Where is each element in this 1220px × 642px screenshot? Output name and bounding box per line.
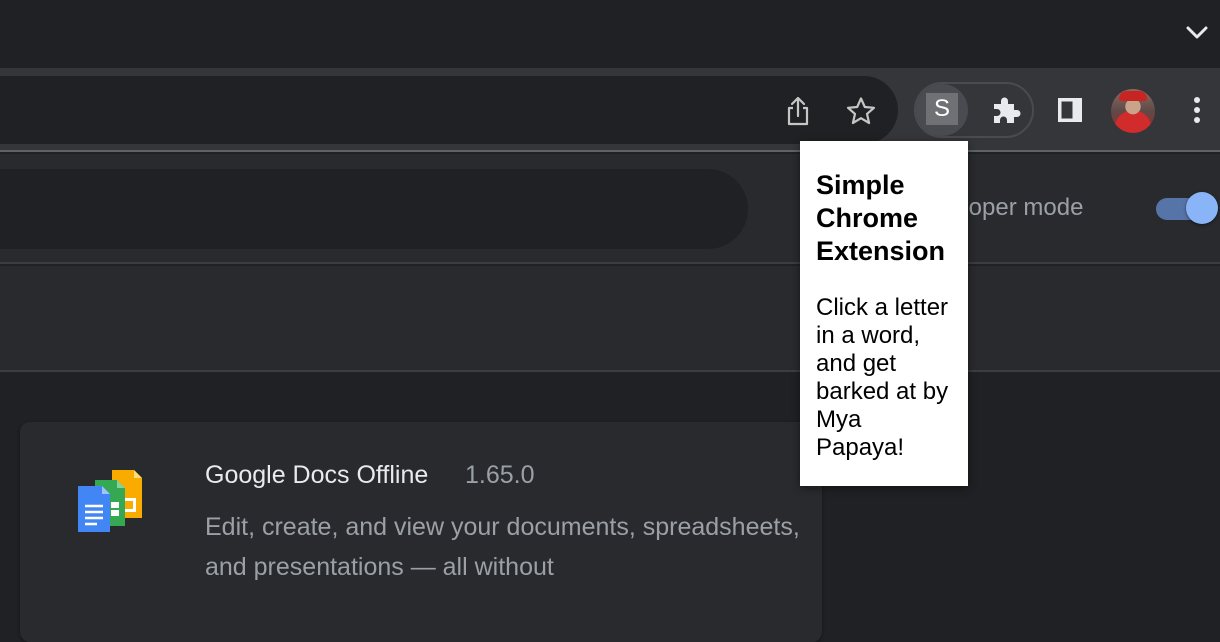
popup-text: Click a letter in a word, and get barked… — [816, 294, 949, 461]
chevron-down-icon — [1186, 26, 1208, 39]
share-button[interactable] — [781, 94, 815, 128]
extension-card: Google Docs Offline 1.65.0 Edit, create,… — [20, 422, 822, 642]
chrome-menu-button[interactable] — [1177, 90, 1217, 130]
toggle-knob — [1186, 192, 1218, 224]
extensions-page-header: eloper mode — [0, 154, 1220, 264]
tab-search-button[interactable] — [1180, 16, 1214, 50]
search-extensions-input[interactable] — [0, 169, 748, 249]
extension-version: 1.65.0 — [465, 461, 535, 489]
extension-name: Google Docs Offline — [205, 461, 429, 489]
extensions-button[interactable] — [986, 90, 1026, 130]
profile-avatar[interactable] — [1111, 89, 1155, 133]
address-bar[interactable] — [0, 76, 898, 144]
extension-popup: Simple Chrome Extension Click a letter i… — [800, 141, 968, 486]
side-panel-icon — [1058, 98, 1082, 122]
extension-s-icon[interactable]: S — [926, 93, 958, 125]
developer-mode-label: eloper mode — [950, 194, 1084, 221]
google-docs-offline-icon — [78, 470, 142, 532]
more-vertical-icon — [1194, 97, 1200, 123]
toolbar-section — [0, 266, 1220, 372]
tab-strip — [0, 0, 1220, 68]
side-panel-button[interactable] — [1050, 90, 1090, 130]
bookmark-button[interactable] — [844, 94, 878, 128]
browser-toolbar — [0, 68, 1220, 152]
popup-title: Simple Chrome Extension — [816, 170, 946, 266]
star-icon — [846, 97, 876, 125]
puzzle-icon — [994, 97, 1021, 123]
share-icon — [787, 96, 809, 126]
extension-description: Edit, create, and view your documents, s… — [205, 513, 800, 581]
avatar-hat — [1119, 91, 1147, 101]
extensions-list: Google Docs Offline 1.65.0 Edit, create,… — [0, 374, 1220, 642]
developer-mode-toggle[interactable] — [1156, 192, 1218, 224]
